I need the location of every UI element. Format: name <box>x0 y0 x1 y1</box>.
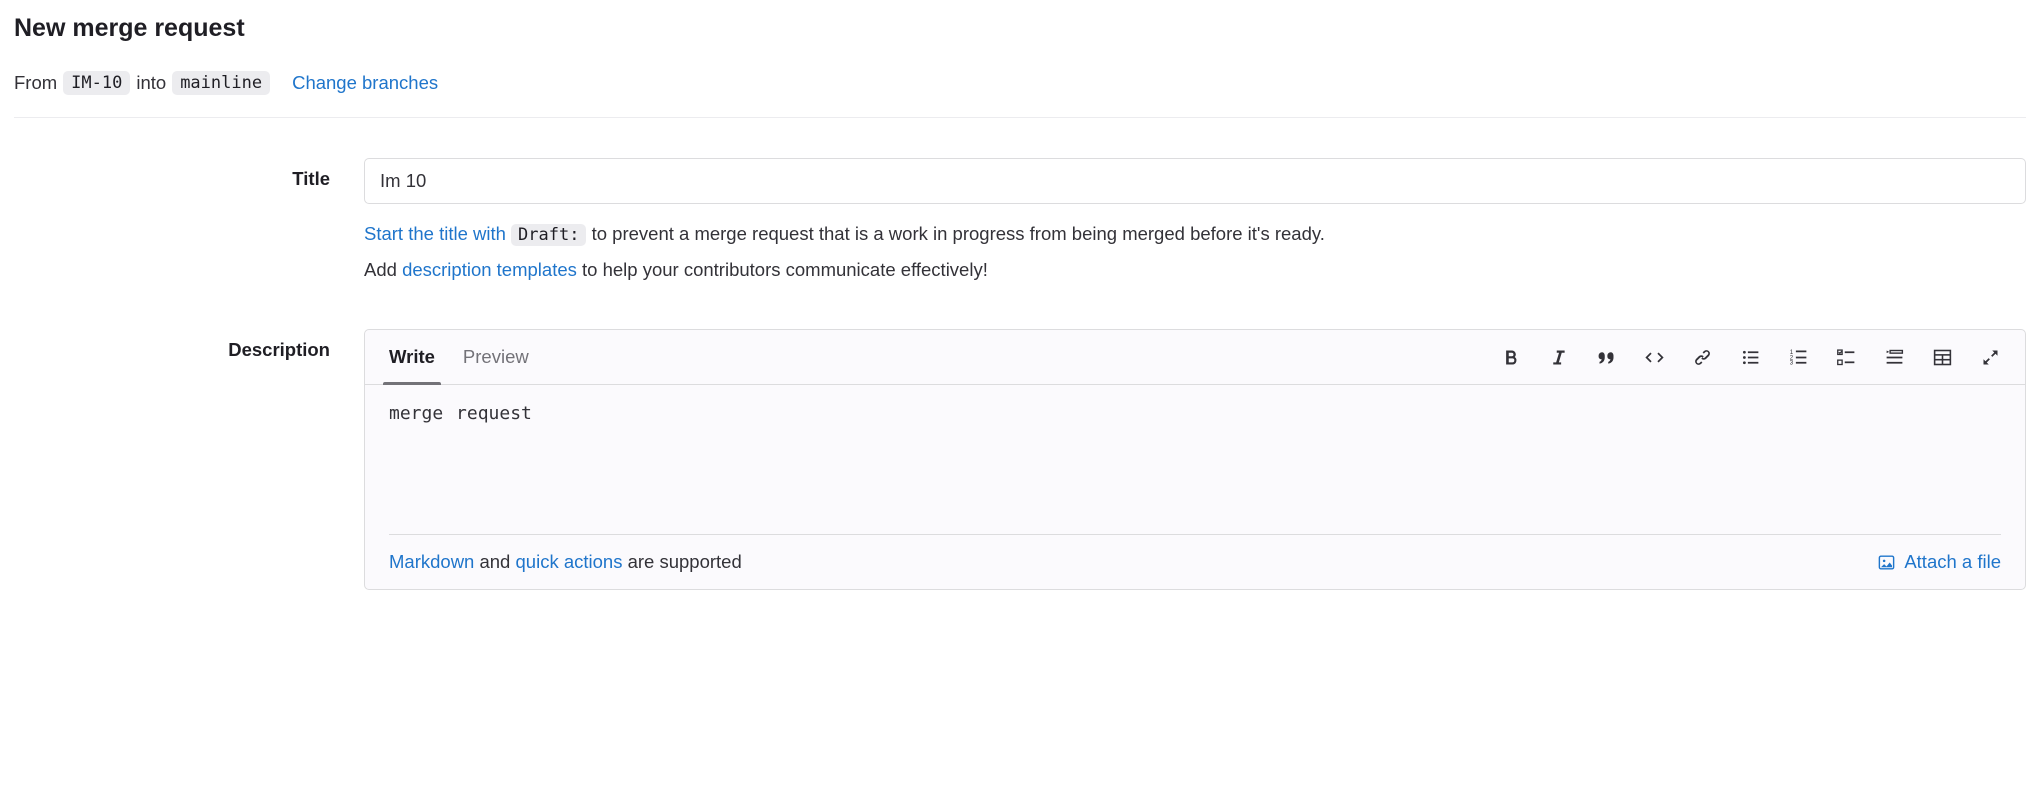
from-label: From <box>14 72 57 94</box>
change-branches-link[interactable]: Change branches <box>292 72 438 94</box>
editor-toolbar: 123 <box>1499 346 2001 368</box>
markdown-link[interactable]: Markdown <box>389 551 474 572</box>
collapse-section-icon[interactable] <box>1883 346 1905 368</box>
markdown-support-note: Markdown and quick actions are supported <box>389 551 742 573</box>
description-label: Description <box>14 329 364 590</box>
table-icon[interactable] <box>1931 346 1953 368</box>
attach-file-link[interactable]: Attach a file <box>1877 551 2001 573</box>
description-editor: Write Preview <box>364 329 2026 590</box>
code-icon[interactable] <box>1643 346 1665 368</box>
editor-tabs: Write Preview <box>365 330 2025 385</box>
description-templates-link[interactable]: description templates <box>402 259 577 280</box>
image-icon <box>1877 553 1896 572</box>
fullscreen-icon[interactable] <box>1979 346 2001 368</box>
draft-hint: Start the title with Draft: to prevent a… <box>364 218 2026 250</box>
target-branch-chip: mainline <box>172 71 270 95</box>
draft-prefix-link[interactable]: Start the title with Draft: <box>364 223 586 244</box>
quote-icon[interactable] <box>1595 346 1617 368</box>
tab-write[interactable]: Write <box>389 330 435 384</box>
quick-actions-link[interactable]: quick actions <box>516 551 623 572</box>
tab-preview[interactable]: Preview <box>463 330 529 384</box>
bullet-list-icon[interactable] <box>1739 346 1761 368</box>
svg-text:3: 3 <box>1789 359 1793 366</box>
divider <box>14 117 2026 118</box>
title-label: Title <box>14 158 364 289</box>
italic-icon[interactable] <box>1547 346 1569 368</box>
page-title: New merge request <box>14 14 2026 43</box>
link-icon[interactable] <box>1691 346 1713 368</box>
bold-icon[interactable] <box>1499 346 1521 368</box>
into-label: into <box>136 72 166 94</box>
task-list-icon[interactable] <box>1835 346 1857 368</box>
description-textarea[interactable]: merge request <box>389 403 2001 424</box>
draft-code-chip: Draft: <box>511 224 586 246</box>
numbered-list-icon[interactable]: 123 <box>1787 346 1809 368</box>
templates-hint: Add description templates to help your c… <box>364 254 2026 285</box>
branch-info-row: From IM-10 into mainline Change branches <box>14 71 2026 95</box>
title-input[interactable] <box>364 158 2026 204</box>
source-branch-chip: IM-10 <box>63 71 130 95</box>
